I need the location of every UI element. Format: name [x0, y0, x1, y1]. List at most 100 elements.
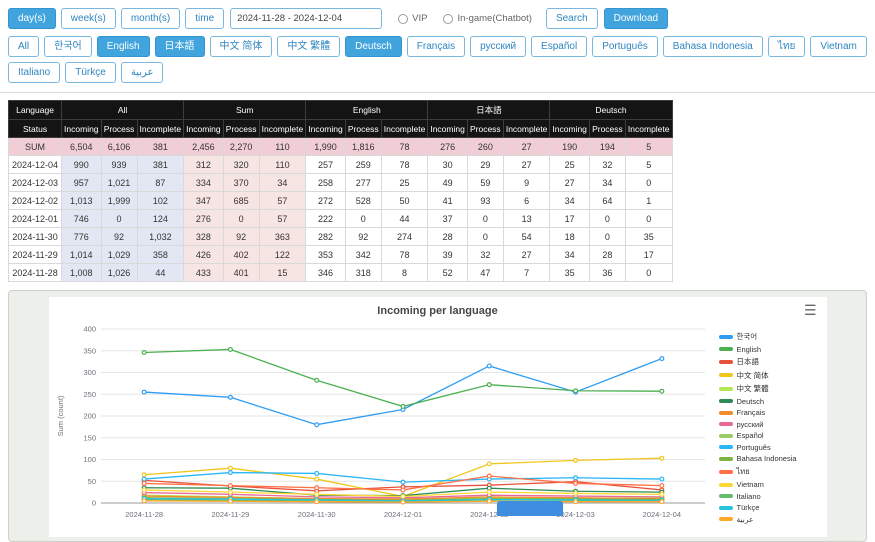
table-section: LanguageAllSumEnglish日本語DeutschStatusInc…: [0, 93, 875, 286]
legend-item-4[interactable]: 中文 繁體: [719, 383, 823, 394]
lang-button-0[interactable]: All: [8, 36, 39, 57]
table-cell: 346: [306, 264, 346, 282]
table-cell: 92: [223, 228, 259, 246]
svg-text:150: 150: [83, 433, 96, 442]
table-cell: 34: [259, 174, 306, 192]
legend-item-2[interactable]: 日本語: [719, 356, 823, 367]
table-cell: 28: [589, 246, 625, 264]
legend-item-8[interactable]: Español: [719, 431, 823, 440]
legend-item-3[interactable]: 中文 简体: [719, 370, 823, 381]
lang-button-14[interactable]: Italiano: [8, 62, 60, 83]
table-cell: 32: [589, 156, 625, 174]
table-cell: 59: [467, 174, 503, 192]
legend-item-6[interactable]: Français: [719, 408, 823, 417]
lang-button-3[interactable]: 日本語: [155, 36, 205, 57]
legend-item-0[interactable]: 한국어: [719, 331, 823, 342]
table-cell: 8: [381, 264, 428, 282]
period-button-3[interactable]: time: [185, 8, 224, 29]
lang-button-1[interactable]: 한국어: [44, 36, 92, 57]
lang-button-15[interactable]: Türkçe: [65, 62, 116, 83]
metric-header-0-2: Incomplete: [137, 120, 184, 138]
table-cell: 939: [101, 156, 137, 174]
metric-header-2-1: Process: [345, 120, 381, 138]
lang-button-2[interactable]: English: [97, 36, 150, 57]
table-cell: 381: [137, 156, 184, 174]
svg-text:100: 100: [83, 455, 96, 464]
table-cell: 41: [428, 192, 468, 210]
table-cell: 7: [503, 264, 550, 282]
period-button-0[interactable]: day(s): [8, 8, 56, 29]
table-cell: 57: [259, 192, 306, 210]
legend-label: 日本語: [737, 356, 760, 367]
period-button-2[interactable]: month(s): [121, 8, 180, 29]
table-cell: 9: [503, 174, 550, 192]
legend-label: 中文 繁體: [737, 383, 769, 394]
table-cell: 276: [184, 210, 224, 228]
table-cell: 27: [503, 246, 550, 264]
table-cell: 110: [259, 138, 306, 156]
svg-text:50: 50: [87, 477, 95, 486]
table-cell: 28: [428, 228, 468, 246]
legend-item-9[interactable]: Português: [719, 443, 823, 452]
legend-item-10[interactable]: Bahasa Indonesia: [719, 454, 823, 463]
lang-button-8[interactable]: русский: [470, 36, 526, 57]
lang-button-13[interactable]: Vietnam: [810, 36, 867, 57]
table-cell: 1,029: [101, 246, 137, 264]
vip-radio-icon[interactable]: [398, 14, 408, 24]
table-cell: 124: [137, 210, 184, 228]
lang-button-6[interactable]: Deutsch: [345, 36, 402, 57]
metric-header-3-0: Incoming: [428, 120, 468, 138]
download-button[interactable]: Download: [604, 8, 668, 29]
lang-button-11[interactable]: Bahasa Indonesia: [663, 36, 763, 57]
vip-radio[interactable]: VIP: [398, 13, 427, 24]
legend-item-14[interactable]: Türkçe: [719, 503, 823, 512]
legend-item-7[interactable]: русский: [719, 420, 823, 429]
table-cell: 370: [223, 174, 259, 192]
legend-label: русский: [737, 420, 764, 429]
search-button[interactable]: Search: [546, 8, 598, 29]
table-cell: 5: [625, 138, 672, 156]
table-cell: 1,008: [62, 264, 102, 282]
chart-menu-icon[interactable]: ☰: [804, 303, 817, 317]
svg-text:2024-11-29: 2024-11-29: [211, 510, 249, 519]
legend-marker-icon: [719, 517, 733, 521]
table-cell: 312: [184, 156, 224, 174]
period-button-1[interactable]: week(s): [61, 8, 116, 29]
table-cell: 342: [345, 246, 381, 264]
lang-button-5[interactable]: 中文 繁體: [277, 36, 340, 57]
legend-label: Türkçe: [737, 503, 760, 512]
metric-header-1-1: Process: [223, 120, 259, 138]
lang-button-10[interactable]: Português: [592, 36, 658, 57]
table-cell: 1,816: [345, 138, 381, 156]
table-cell: 29: [467, 156, 503, 174]
lang-button-16[interactable]: عربية: [121, 62, 164, 83]
lang-button-9[interactable]: Español: [531, 36, 587, 57]
svg-text:400: 400: [83, 325, 96, 334]
table-cell: 32: [467, 246, 503, 264]
ingame-radio[interactable]: In-game(Chatbot): [443, 13, 531, 24]
table-row: 2024-12-021,0131,99910234768557272528504…: [9, 192, 673, 210]
bottom-blue-widget[interactable]: [497, 501, 563, 516]
svg-text:2024-11-28: 2024-11-28: [125, 510, 163, 519]
lang-button-7[interactable]: Français: [407, 36, 465, 57]
legend-item-11[interactable]: ไทย: [719, 466, 823, 478]
legend-item-5[interactable]: Deutsch: [719, 397, 823, 406]
table-cell: 110: [259, 156, 306, 174]
ingame-radio-icon[interactable]: [443, 14, 453, 24]
legend-label: ไทย: [737, 466, 750, 478]
table-cell: 1,032: [137, 228, 184, 246]
legend-item-13[interactable]: Italiano: [719, 492, 823, 501]
table-cell: 37: [428, 210, 468, 228]
table-cell: 49: [428, 174, 468, 192]
lang-button-4[interactable]: 中文 简体: [210, 36, 273, 57]
group-header-5: Deutsch: [550, 101, 672, 120]
date-range-input[interactable]: [230, 8, 382, 29]
table-cell: 318: [345, 264, 381, 282]
table-row: 2024-12-039571,0218733437034258277254959…: [9, 174, 673, 192]
legend-item-1[interactable]: English: [719, 345, 823, 354]
vip-radio-label: VIP: [412, 13, 427, 24]
toolbar: day(s)week(s)month(s)time VIP In-game(Ch…: [0, 0, 875, 34]
table-cell: 0: [223, 210, 259, 228]
lang-button-12[interactable]: ไทย: [768, 36, 805, 57]
legend-item-12[interactable]: Vietnam: [719, 480, 823, 489]
